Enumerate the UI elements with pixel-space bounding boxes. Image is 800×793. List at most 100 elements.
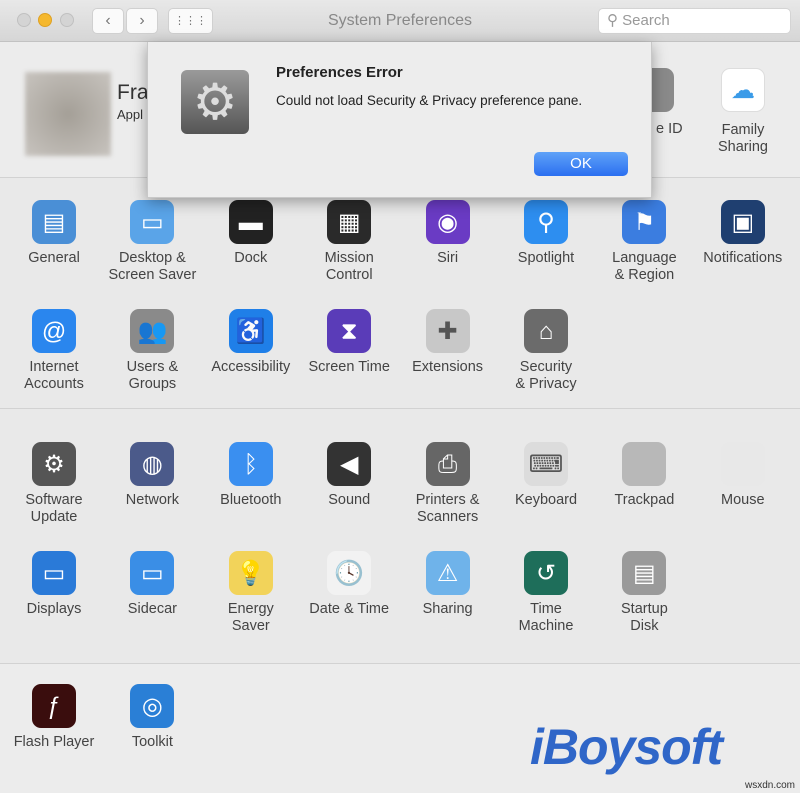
pref-mouse[interactable]: Mouse [694,442,792,509]
pref-security[interactable]: ⌂ Security & Privacy [497,309,595,393]
printers-icon: ⎙ [426,442,470,486]
pref-label: Flash Player [5,734,103,751]
pref-label: Siri [399,250,497,267]
desktop-icon: ▭ [130,200,174,244]
pref-label: Software Update [5,492,103,526]
dialog-message: Could not load Security & Privacy prefer… [276,93,582,108]
pref-label: Sharing [399,601,497,618]
pref-mission-control[interactable]: ▦ Mission Control [300,200,398,284]
sidecar-icon: ▭ [130,551,174,595]
pref-label: Toolkit [103,734,201,751]
pref-toolkit[interactable]: ◎ Toolkit [103,684,201,751]
pref-date-time[interactable]: 🕓 Date & Time [300,551,398,618]
pref-energy-saver[interactable]: 💡 Energy Saver [202,551,300,635]
gear-icon: ⚙ [181,70,249,134]
dock-icon: ▬ [229,200,273,244]
mission-control-icon: ▦ [327,200,371,244]
pref-sidecar[interactable]: ▭ Sidecar [103,551,201,618]
security-icon: ⌂ [524,309,568,353]
pref-label: Date & Time [300,601,398,618]
family-sharing-icon: ☁ [721,68,765,112]
pref-label: Dock [202,250,300,267]
notifications-icon: ▣ [721,200,765,244]
pref-label: Energy Saver [202,601,300,635]
pref-label: Mouse [694,492,792,509]
pref-label: Bluetooth [202,492,300,509]
pref-trackpad[interactable]: Trackpad [595,442,693,509]
internet-accounts-icon: @ [32,309,76,353]
pref-label: General [5,250,103,267]
users-icon: 👥 [130,309,174,353]
pref-general[interactable]: ▤ General [5,200,103,267]
pref-label: Keyboard [497,492,595,509]
startup-disk-icon: ▤ [622,551,666,595]
pref-desktop[interactable]: ▭Desktop & Screen Saver [103,200,201,284]
account-name: Fra [117,81,149,105]
pref-label: Internet Accounts [5,359,103,393]
pref-label: Time Machine [497,601,595,635]
apple-id-label[interactable]: e ID [656,121,683,137]
spotlight-icon: ⚲ [524,200,568,244]
siri-icon: ◉ [426,200,470,244]
avatar[interactable] [25,72,111,156]
pref-sharing[interactable]: ⚠ Sharing [399,551,497,618]
pref-flash-player[interactable]: ƒ Flash Player [5,684,103,751]
pref-software-update[interactable]: ⚙Software Update [5,442,103,526]
pref-screen-time[interactable]: ⧗Screen Time [300,309,398,376]
personal-prefs-section: ▤ General▭Desktop & Screen Saver ▬ Dock ▦ Mis… [0,178,800,409]
accessibility-icon: ♿ [229,309,273,353]
pref-users[interactable]: 👥 Users & Groups [103,309,201,393]
pref-siri[interactable]: ◉ Siri [399,200,497,267]
pref-network[interactable]: ◍ Network [103,442,201,509]
pref-label: Mission Control [300,250,398,284]
pref-label: Extensions [399,359,497,376]
pref-displays[interactable]: ▭ Displays [5,551,103,618]
bluetooth-icon: ᛒ [229,442,273,486]
date-time-icon: 🕓 [327,551,371,595]
pref-extensions[interactable]: ✚Extensions [399,309,497,376]
toolkit-icon: ◎ [130,684,174,728]
language-icon: ⚑ [622,200,666,244]
pref-spotlight[interactable]: ⚲Spotlight [497,200,595,267]
pref-label: Startup Disk [595,601,693,635]
family-sharing-label: Family Sharing [694,122,792,156]
pref-notifications[interactable]: ▣Notifications [694,200,792,267]
pref-bluetooth[interactable]: ᛒ Bluetooth [202,442,300,509]
pref-keyboard[interactable]: ⌨Keyboard [497,442,595,509]
sound-icon: ◀ [327,442,371,486]
iboysoft-logo: iBoysoft [530,718,722,776]
pref-language[interactable]: ⚑ Language & Region [595,200,693,284]
pref-internet-accounts[interactable]: @ Internet Accounts [5,309,103,393]
pref-label: Printers & Scanners [399,492,497,526]
pref-dock[interactable]: ▬ Dock [202,200,300,267]
pref-label: Security & Privacy [497,359,595,393]
pref-sound[interactable]: ◀ Sound [300,442,398,509]
pref-accessibility[interactable]: ♿Accessibility [202,309,300,376]
flash-player-icon: ƒ [32,684,76,728]
pref-startup-disk[interactable]: ▤ Startup Disk [595,551,693,635]
family-sharing[interactable]: ☁ Family Sharing [694,68,792,156]
energy-saver-icon: 💡 [229,551,273,595]
search-input[interactable]: ⚲ Search [598,8,791,34]
ok-button[interactable]: OK [534,152,628,176]
general-icon: ▤ [32,200,76,244]
pref-label: Displays [5,601,103,618]
pref-printers[interactable]: ⎙ Printers & Scanners [399,442,497,526]
pref-label: Sound [300,492,398,509]
error-dialog: ⚙ Preferences Error Could not load Secur… [147,42,652,198]
site-watermark: wsxdn.com [745,780,795,791]
pref-label: Trackpad [595,492,693,509]
search-placeholder: Search [622,12,670,29]
network-icon: ◍ [130,442,174,486]
mouse-icon [721,442,765,486]
sharing-icon: ⚠ [426,551,470,595]
dialog-title: Preferences Error [276,64,403,81]
account-subtitle: Appl [117,107,143,122]
pref-label: Network [103,492,201,509]
trackpad-icon [622,442,666,486]
pref-label: Language & Region [595,250,693,284]
displays-icon: ▭ [32,551,76,595]
pref-label: Users & Groups [103,359,201,393]
pref-label: Sidecar [103,601,201,618]
pref-time-machine[interactable]: ↺Time Machine [497,551,595,635]
